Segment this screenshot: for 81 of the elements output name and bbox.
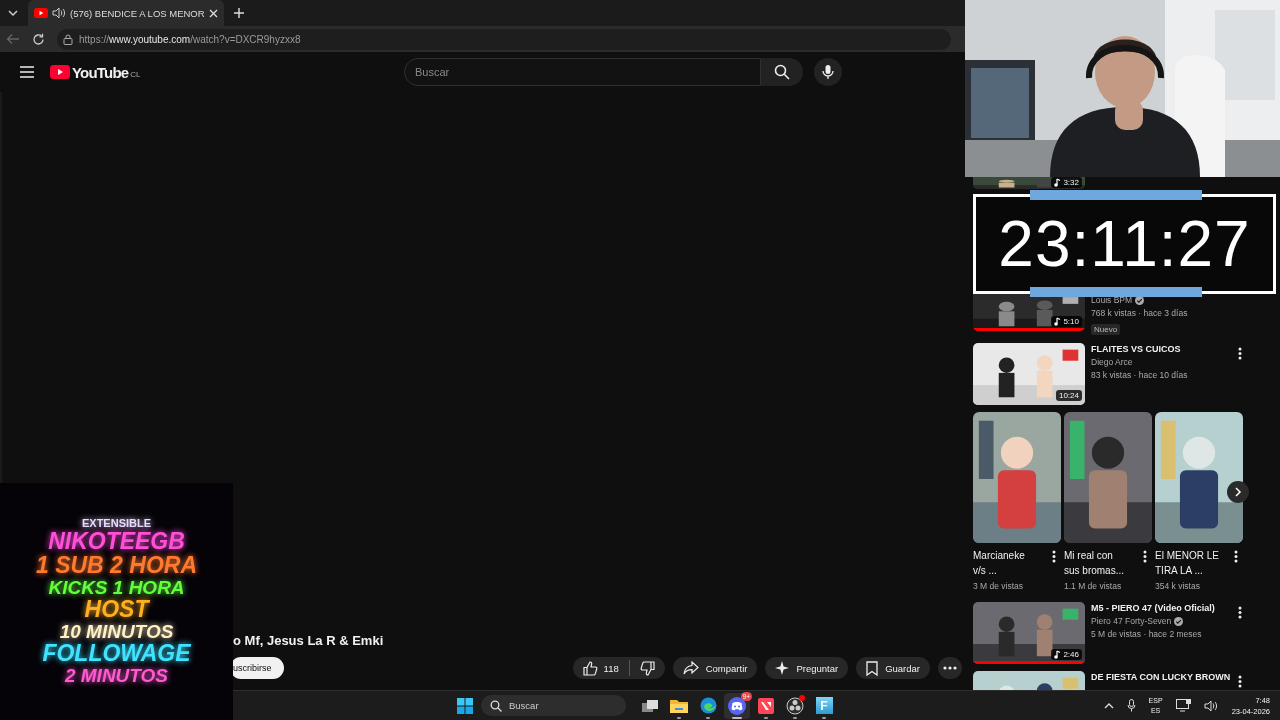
browser-tab[interactable]: (576) BENDICE A LOS MENOR — [28, 0, 224, 26]
search-button[interactable] — [761, 58, 803, 86]
chevron-right-icon[interactable] — [1234, 487, 1242, 497]
overlay-text: 2 MINUTOS — [64, 666, 169, 685]
overlay-text: 1 SUB 2 HORA — [35, 554, 197, 577]
microphone-icon[interactable] — [822, 64, 834, 80]
next-button[interactable] — [1227, 481, 1249, 503]
duration-text: 5:10 — [1063, 317, 1079, 326]
sparkle-icon[interactable] — [775, 661, 790, 675]
video-title[interactable]: FLAITES VS CUICOS — [1091, 343, 1181, 355]
short-title[interactable]: Marcianeke v/s ... — [973, 548, 1037, 578]
overlay-text: HOST — [84, 598, 149, 621]
lock-icon[interactable] — [63, 33, 73, 45]
browser-icon[interactable] — [699, 697, 717, 714]
view-count: 5 M de vistas · hace 2 meses — [1091, 629, 1203, 639]
voice-search-button[interactable] — [814, 58, 842, 86]
address-field[interactable]: https://www.youtube.com/watch?v=DXCR9hyzxx8 — [57, 28, 951, 50]
monitor-icon[interactable] — [1175, 699, 1191, 712]
bookmark-icon[interactable] — [866, 660, 879, 676]
ask-button[interactable]: Preguntar — [765, 657, 849, 679]
music-note-icon — [1054, 178, 1062, 187]
subscribe-button[interactable]: uscribirse — [230, 657, 284, 679]
channel-name[interactable]: Diego Arce — [1091, 357, 1133, 367]
plus-icon[interactable] — [232, 7, 245, 19]
search-icon[interactable] — [490, 700, 502, 712]
view-count: 354 k vistas — [1155, 581, 1201, 591]
folder-icon[interactable] — [670, 698, 688, 713]
countdown-timer: 23:11:27 — [973, 194, 1276, 294]
channel-name[interactable]: Piero 47 Forty-Seven — [1091, 616, 1172, 626]
share-arrow-icon[interactable] — [682, 661, 699, 675]
more-icon[interactable] — [1052, 550, 1056, 563]
speaker-icon[interactable] — [1203, 699, 1219, 712]
search-field[interactable]: Buscar — [404, 58, 761, 86]
youtube-icon — [34, 8, 48, 18]
duration-text: 3:32 — [1063, 178, 1079, 187]
more-icon[interactable] — [1238, 347, 1242, 360]
more-icon[interactable] — [1238, 606, 1242, 619]
microphone-icon[interactable] — [1126, 699, 1136, 712]
tile-icon[interactable] — [758, 697, 774, 714]
speaker-icon[interactable] — [52, 7, 66, 19]
chevron-down-icon[interactable] — [7, 7, 19, 19]
caret-up-icon[interactable] — [1103, 702, 1114, 709]
close-icon[interactable] — [208, 8, 218, 18]
video-title[interactable]: DE FIESTA CON LUCKY BROWN — [1091, 671, 1231, 683]
overlay-text: KICKS 1 HORA — [48, 578, 185, 597]
music-note-icon — [1054, 650, 1062, 659]
youtube-logo-text[interactable]: YouTube — [72, 63, 129, 81]
menu-icon[interactable] — [20, 66, 34, 78]
windows-stack-icon[interactable] — [641, 697, 659, 714]
more-button[interactable] — [938, 657, 962, 679]
overlay-text: FOLLOWAGE — [42, 642, 191, 665]
more-icon[interactable] — [1143, 550, 1147, 563]
more-icon[interactable] — [1234, 550, 1238, 563]
overlay-text: 10 MINUTOS — [59, 622, 174, 641]
view-count: 1.1 M de vistas — [1064, 581, 1123, 591]
reload-icon[interactable] — [32, 32, 45, 46]
video-title[interactable]: M5 - PIERO 47 (Video Oficial) — [1091, 602, 1215, 614]
country-code: CL — [130, 69, 141, 79]
channel-name[interactable]: Louis BPM — [1091, 295, 1133, 305]
youtube-logo-icon — [50, 65, 70, 79]
short-title[interactable]: El MENOR LE TIRA LA ... — [1155, 548, 1219, 578]
search-icon[interactable] — [774, 64, 790, 80]
thumbs-up-icon[interactable] — [582, 660, 598, 676]
save-button[interactable]: Guardar — [856, 657, 930, 679]
view-count: 768 k vistas · hace 3 días — [1091, 308, 1189, 318]
overlay-text: NIKOTEEGB — [48, 530, 185, 553]
overlay-text: EXTENSIBLE — [81, 518, 152, 529]
new-badge: Nuevo — [1091, 324, 1121, 335]
search-field[interactable]: Buscar — [481, 695, 626, 716]
duration-text: 10:24 — [1058, 391, 1079, 400]
windows-logo-icon[interactable] — [457, 697, 473, 714]
like-button[interactable]: 118 — [572, 657, 629, 679]
view-count: 3 M de vistas — [973, 581, 1025, 591]
view-count: 83 k vistas · hace 10 días — [1091, 370, 1189, 380]
short-title[interactable]: Mi real con sus bromas... — [1064, 548, 1128, 578]
duration-text: 2:46 — [1063, 650, 1079, 659]
thumbs-down-icon[interactable] — [639, 660, 655, 676]
video-title: o Mf, Jesus La R & Emki — [232, 633, 385, 648]
share-button[interactable]: Compartir — [672, 657, 758, 679]
music-note-icon — [1054, 317, 1062, 326]
more-icon[interactable] — [943, 666, 957, 670]
